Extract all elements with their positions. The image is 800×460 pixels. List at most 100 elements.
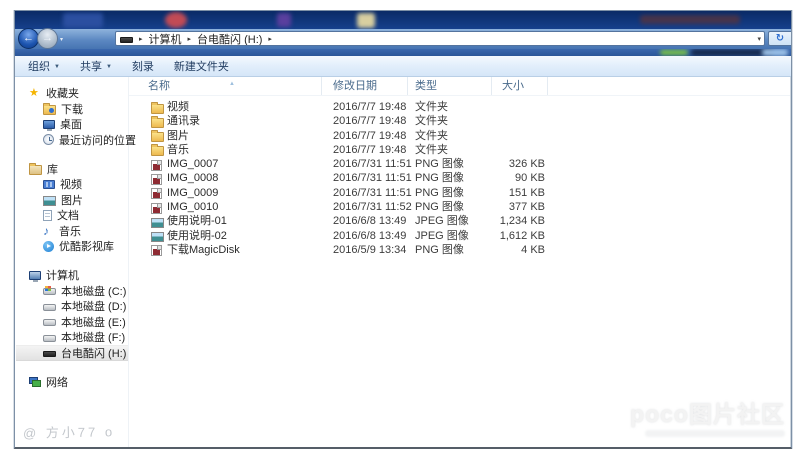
sidebar-item-label: 下载 (61, 101, 83, 117)
forward-arrow-icon: → (42, 33, 53, 44)
file-date-modified: 2016/7/7 19:48 (333, 143, 406, 157)
sidebar-item-label: 台电酷闪 (H:) (61, 345, 126, 361)
file-date-modified: 2016/7/31 11:52 (333, 200, 412, 214)
taskbar-blur-dark (691, 49, 773, 56)
file-row[interactable]: 音乐2016/7/7 19:48文件夹 (129, 143, 790, 157)
desktop-icon-blur (63, 13, 103, 28)
column-header-row: 名称▲修改日期类型 大小 (129, 77, 790, 96)
column-header-size[interactable]: 大小 (492, 77, 548, 95)
toolbar-button-burn[interactable]: 刻录 (132, 58, 154, 74)
column-header-label: 类型 (415, 80, 437, 92)
file-name: IMG_0008 (167, 171, 218, 185)
sidebar-section-label: 收藏夹 (46, 85, 79, 101)
computer-icon (29, 271, 41, 280)
file-row[interactable]: 通讯录2016/7/7 19:48文件夹 (129, 114, 790, 128)
desktop-icon-blur (357, 13, 375, 28)
sidebar-item-local-disk-d[interactable]: 本地磁盘 (D:) (16, 299, 128, 315)
file-row[interactable]: IMG_0010 2016/7/31 11:52PNG 图像377 KB (129, 200, 790, 214)
documents-icon (43, 210, 52, 221)
sidebar-item-videos[interactable]: 视频 (16, 177, 128, 193)
breadcrumb-separator-icon: ▸ (135, 35, 147, 43)
sidebar-item-label: 视频 (60, 176, 82, 192)
sidebar-item-local-disk-c[interactable]: 本地磁盘 (C:) (16, 283, 128, 299)
folder-file-icon (151, 146, 164, 156)
file-date-modified: 2016/7/7 19:48 (333, 114, 406, 128)
sidebar-item-music[interactable]: 音乐 (16, 223, 128, 239)
file-row[interactable]: IMG_00072016/7/31 11:51PNG 图像326 KB (129, 157, 790, 171)
file-name: IMG_0010 (167, 200, 218, 214)
file-date-modified: 2016/7/31 11:51 (333, 157, 412, 171)
file-row[interactable]: 使用说明-022016/6/8 13:49JPEG 图像1,612 KB (129, 229, 790, 243)
drive-icon (43, 304, 56, 311)
sidebar: 收藏夹下载桌面最近访问的位置库视频图片文档音乐优酷影视库计算机本地磁盘 (C:)… (16, 77, 129, 447)
toolbar-button-share[interactable]: 共享▼ (80, 58, 112, 74)
drive-icon (43, 319, 56, 326)
libraries-icon (29, 165, 42, 175)
folder-file-icon (151, 118, 164, 128)
png-file-icon (151, 203, 162, 214)
column-header-date-modified[interactable]: 修改日期 (322, 77, 408, 95)
sidebar-item-teclast-usb-h[interactable]: 台电酷闪 (H:) (16, 345, 128, 361)
drive-icon (120, 37, 133, 43)
file-date-modified: 2016/7/7 19:48 (333, 100, 406, 114)
address-dropdown-icon[interactable]: ▾ (757, 35, 761, 43)
folder-file-icon (151, 104, 164, 114)
file-type: 文件夹 (415, 114, 448, 128)
file-list-pane[interactable]: 名称▲修改日期类型大小 视频2016/7/7 19:48文件夹通讯录2016/7… (129, 77, 790, 447)
column-header-label: 大小 (502, 80, 524, 92)
column-header-type[interactable]: 类型 (408, 77, 492, 95)
sidebar-item-label: 桌面 (60, 116, 82, 132)
sidebar-section-computer-header[interactable]: 计算机 (16, 267, 128, 283)
poco-watermark-text: poco图片社区 (630, 395, 785, 429)
png-file-icon (151, 160, 162, 171)
sidebar-section-network-header[interactable]: 网络 (16, 374, 128, 390)
file-row[interactable]: 图片2016/7/7 19:48文件夹 (129, 129, 790, 143)
downloads-folder-icon (43, 105, 56, 115)
breadcrumb-item-teclast-usb-h[interactable]: 台电酷闪 (H:) (195, 31, 264, 46)
file-name: 图片 (167, 129, 189, 143)
explorer-window: ← → ▾ ▸计算机▸台电酷闪 (H:)▸▾ ↻ 组织▼共享▼刻录新建文件夹 收… (14, 10, 792, 449)
refresh-button[interactable]: ↻ (768, 31, 791, 46)
sidebar-section-network: 网络 (16, 374, 128, 390)
breadcrumb-item-computer[interactable]: 计算机 (147, 31, 184, 46)
file-row[interactable]: IMG_00092016/7/31 11:51PNG 图像151 KB (129, 186, 790, 200)
videos-icon (43, 180, 55, 189)
sidebar-section-libraries-header[interactable]: 库 (16, 161, 128, 177)
file-row[interactable]: 使用说明-012016/6/8 13:49JPEG 图像1,234 KB (129, 214, 790, 228)
sidebar-item-recent-places[interactable]: 最近访问的位置 (16, 132, 128, 148)
toolbar-button-organize[interactable]: 组织▼ (28, 58, 60, 74)
sidebar-item-label: 本地磁盘 (E:) (61, 314, 126, 330)
breadcrumb[interactable]: ▸计算机▸台电酷闪 (H:)▸▾ (115, 31, 765, 46)
sidebar-item-local-disk-f[interactable]: 本地磁盘 (F:) (16, 330, 128, 346)
file-size: 377 KB (459, 200, 545, 214)
column-header-name[interactable]: 名称▲ (129, 77, 322, 95)
file-row[interactable]: 视频2016/7/7 19:48文件夹 (129, 100, 790, 114)
file-name: 下载MagicDisk (167, 243, 240, 257)
file-size: 90 KB (459, 171, 545, 185)
forward-button[interactable]: → (37, 28, 58, 49)
back-button[interactable]: ← (18, 28, 39, 49)
sidebar-item-documents[interactable]: 文档 (16, 208, 128, 224)
sort-ascending-icon: ▲ (229, 75, 235, 93)
recent-pages-dropdown[interactable]: ▾ (60, 36, 63, 43)
poco-watermark-tagline-blur (645, 430, 785, 437)
title-bar[interactable] (15, 11, 791, 29)
usb-drive-icon (43, 351, 56, 357)
refresh-icon: ↻ (776, 33, 784, 44)
network-icon (29, 377, 41, 387)
toolbar-button-new-folder[interactable]: 新建文件夹 (174, 58, 229, 74)
sidebar-item-pictures[interactable]: 图片 (16, 192, 128, 208)
file-type: 文件夹 (415, 129, 448, 143)
toolbar-button-label: 刻录 (132, 58, 154, 74)
sidebar-item-youku-library[interactable]: 优酷影视库 (16, 239, 128, 255)
sidebar-section-favorites-header[interactable]: 收藏夹 (16, 85, 128, 101)
drive-icon (43, 335, 56, 342)
png-file-icon (151, 245, 162, 256)
sidebar-item-desktop[interactable]: 桌面 (16, 117, 128, 133)
file-date-modified: 2016/6/8 13:49 (333, 229, 406, 243)
file-row[interactable]: 下载MagicDisk2016/5/9 13:34PNG 图像4 KB (129, 243, 790, 257)
file-row[interactable]: IMG_00082016/7/31 11:51PNG 图像90 KB (129, 171, 790, 185)
file-type: PNG 图像 (415, 200, 464, 214)
sidebar-item-local-disk-e[interactable]: 本地磁盘 (E:) (16, 314, 128, 330)
sidebar-item-downloads[interactable]: 下载 (16, 101, 128, 117)
